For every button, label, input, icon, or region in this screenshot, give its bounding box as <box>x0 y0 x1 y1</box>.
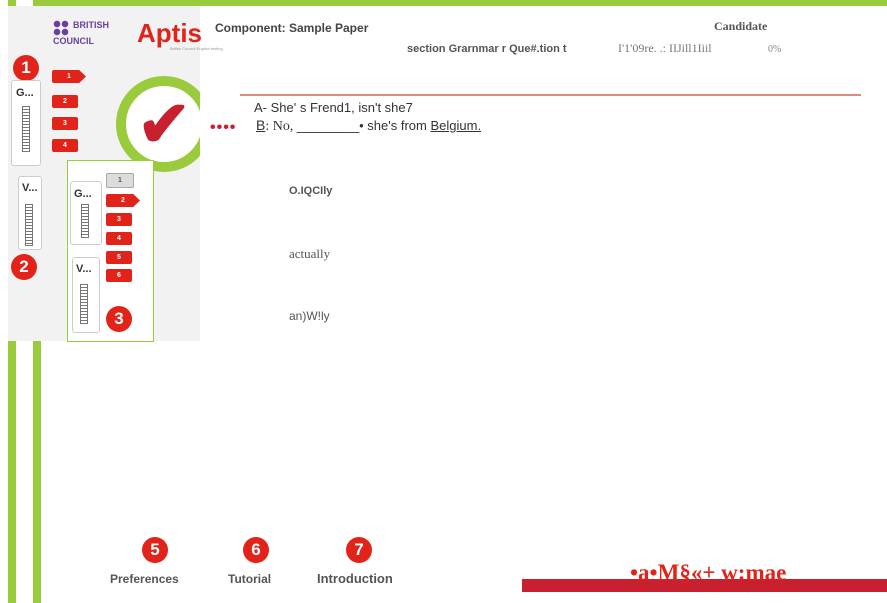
answer-option-2[interactable]: actually <box>289 246 330 262</box>
callout-5: 5 <box>142 537 168 563</box>
inset-section-tab-grammar[interactable]: G... <box>70 181 102 245</box>
british-council-dots-icon <box>53 20 69 36</box>
tutorial-button[interactable]: Tutorial <box>228 572 271 586</box>
question-button-3[interactable]: 3 <box>52 117 78 130</box>
callout-3: 3 <box>106 306 132 332</box>
candidate-label: Candidate <box>714 19 768 33</box>
callout-7: 7 <box>346 537 372 563</box>
inset-question-button-4[interactable]: 4 <box>106 232 132 245</box>
inset-section-tab-vocabulary[interactable]: V... <box>72 257 100 333</box>
footer-logo: •a•M§«+ w:mae <box>630 560 787 585</box>
inset-question-button-5[interactable]: 5 <box>106 251 132 264</box>
inset-question-button-6[interactable]: 6 <box>106 269 132 282</box>
section-tab-vocabulary-label: V... <box>22 182 38 194</box>
inset-question-button-3[interactable]: 3 <box>106 213 132 226</box>
grammar-progress-ladder <box>22 106 30 152</box>
question-button-2[interactable]: 2 <box>52 95 78 108</box>
progress-percent: 0% <box>768 44 782 55</box>
inset-question-button-2[interactable]: 2 <box>106 194 140 207</box>
component-title: Component: Sample Paper <box>215 21 369 35</box>
vocabulary-progress-ladder <box>25 204 33 246</box>
inset-question-button-1[interactable]: 1 <box>106 173 134 188</box>
british-council-logo: BRITISH COUNCIL <box>53 20 109 46</box>
callout-2: 2 <box>11 254 37 280</box>
answer-option-3[interactable]: an)W!ly <box>289 309 330 323</box>
inset-zoom-panel: G... V... 1 2 3 4 5 6 3 <box>67 160 154 342</box>
question-button-4[interactable]: 4 <box>52 139 78 152</box>
question-line-b: B: No, ________• she's from Belgium. <box>256 117 482 134</box>
inset-vocabulary-ladder <box>80 284 88 324</box>
section-tab-vocabulary[interactable]: V... <box>18 176 42 250</box>
question-button-1[interactable]: 1 <box>52 70 86 83</box>
callout-6: 6 <box>243 537 269 563</box>
header-divider <box>240 94 861 96</box>
inset-section-tab-vocabulary-label: V... <box>76 263 92 275</box>
check-icon: ✔ <box>137 87 191 160</box>
answer-blank[interactable]: ________ <box>297 117 359 133</box>
speaker-b: B <box>256 117 266 133</box>
introduction-button[interactable]: Introduction <box>317 571 393 586</box>
rail-gap <box>17 343 33 603</box>
pointer-dots-icon: •••• <box>210 119 237 136</box>
inset-section-tab-grammar-label: G... <box>74 188 92 200</box>
question-line-a: A- She' s Frend1, isn't she7 <box>254 100 413 115</box>
aptis-logo: Aptis <box>137 18 202 48</box>
preferences-button[interactable]: Preferences <box>110 572 179 586</box>
progress-indicator: I'1'09re. .: IIJill1Iiil <box>618 41 712 55</box>
answer-option-1[interactable]: O.IQCIly <box>289 185 332 197</box>
callout-1: 1 <box>13 55 39 81</box>
section-question-label: section Grarnmar r Que#.tion t <box>407 43 567 55</box>
inset-grammar-ladder <box>81 204 89 238</box>
section-tab-grammar[interactable]: G... <box>11 80 41 166</box>
section-tab-grammar-label: G... <box>16 87 34 99</box>
aptis-logo-subtitle: British Council English testing <box>170 46 223 51</box>
